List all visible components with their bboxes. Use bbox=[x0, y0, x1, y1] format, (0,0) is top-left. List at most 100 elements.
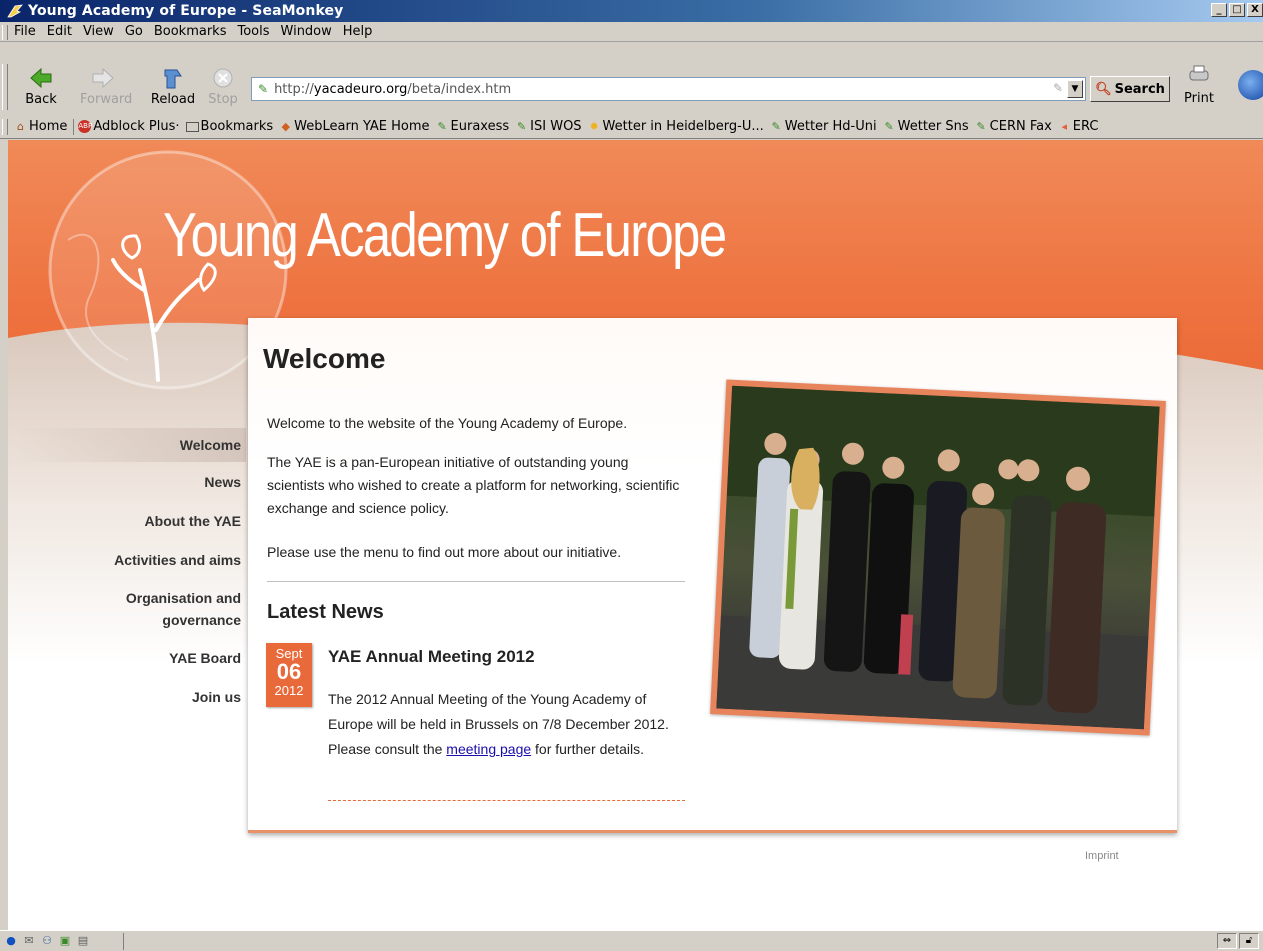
composer-icon[interactable]: ▣ bbox=[58, 934, 72, 948]
reload-icon bbox=[164, 69, 182, 89]
url-dropdown-button[interactable]: ▼ bbox=[1067, 80, 1083, 98]
imprint-link[interactable]: Imprint bbox=[1085, 850, 1119, 862]
stop-button[interactable]: Stop bbox=[200, 66, 246, 114]
nav-activities-aims[interactable]: Activities and aims bbox=[16, 548, 246, 572]
news-body: The 2012 Annual Meeting of the Young Aca… bbox=[328, 691, 669, 757]
search-label: Search bbox=[1114, 81, 1165, 97]
status-bar: ● ✉ ⚇ ▣ ▤ ⇔ 🔓︎ bbox=[0, 930, 1263, 951]
menu-view[interactable]: View bbox=[83, 24, 114, 39]
security-lock-icon: 🔓︎ bbox=[1239, 933, 1259, 949]
nav-join-us[interactable]: Join us bbox=[16, 685, 246, 709]
bookmark-icon: ✎ bbox=[976, 120, 986, 133]
menu-window[interactable]: Window bbox=[281, 24, 332, 39]
navigator-icon[interactable]: ● bbox=[4, 934, 18, 948]
bookmark-cern-fax[interactable]: ✎ CERN Fax bbox=[975, 119, 1052, 134]
site-title: Young Academy of Europe bbox=[163, 201, 727, 270]
back-button[interactable]: Back bbox=[18, 66, 64, 114]
forward-button[interactable]: Forward bbox=[80, 66, 132, 114]
nav-about-yae[interactable]: About the YAE bbox=[16, 509, 246, 533]
nav-organisation-governance[interactable]: Organisation and governance bbox=[16, 587, 246, 631]
mail-icon[interactable]: ✉ bbox=[22, 934, 36, 948]
minimize-button[interactable]: _ bbox=[1211, 3, 1227, 17]
folder-icon bbox=[185, 121, 199, 132]
news-divider bbox=[328, 800, 685, 801]
sun-icon: ✹ bbox=[589, 120, 599, 133]
page-heading: Welcome bbox=[263, 343, 386, 374]
bookmark-icon: ✎ bbox=[517, 120, 527, 133]
stop-icon bbox=[213, 68, 233, 88]
abp-icon: ABP bbox=[78, 120, 92, 133]
divider bbox=[267, 581, 685, 582]
bookmark-erc[interactable]: ◂ ERC bbox=[1058, 119, 1099, 134]
menu-go[interactable]: Go bbox=[125, 24, 143, 39]
toolbar-grip[interactable] bbox=[2, 25, 8, 40]
maximize-button[interactable]: □ bbox=[1229, 3, 1245, 17]
bookmark-adblock-plus[interactable]: ABP Adblock Plus· bbox=[78, 119, 180, 134]
print-label: Print bbox=[1184, 91, 1214, 106]
forward-arrow-icon bbox=[92, 67, 114, 89]
web-page: Young Academy of Europe Welcome News Abo… bbox=[8, 140, 1263, 930]
erc-icon: ◂ bbox=[1061, 120, 1068, 133]
back-arrow-icon bbox=[30, 67, 52, 89]
bookmark-home[interactable]: ⌂ Home bbox=[14, 119, 67, 134]
toolbar-grip[interactable] bbox=[2, 64, 8, 110]
bookmark-bookmarks[interactable]: Bookmarks bbox=[185, 119, 273, 134]
intro-paragraph-3: Please use the menu to find out more abo… bbox=[267, 544, 622, 560]
menu-edit[interactable]: Edit bbox=[47, 24, 72, 39]
reload-button[interactable]: Reload bbox=[150, 66, 196, 114]
reload-label: Reload bbox=[150, 92, 196, 107]
site-navigation: Welcome News About the YAE Activities an… bbox=[16, 428, 246, 724]
close-button[interactable]: X bbox=[1247, 3, 1263, 17]
menu-file[interactable]: File bbox=[14, 24, 36, 39]
news-year: 2012 bbox=[274, 683, 304, 698]
seamonkey-icon bbox=[7, 4, 23, 18]
news-date-badge: Sept 06 2012 bbox=[266, 643, 312, 707]
nav-yae-board[interactable]: YAE Board bbox=[16, 646, 246, 670]
content-card: Welcome Welcome to the website of the Yo… bbox=[248, 318, 1177, 833]
chat-icon[interactable]: ⚇ bbox=[40, 934, 54, 948]
latest-news-heading: Latest News bbox=[267, 601, 384, 623]
back-label: Back bbox=[25, 92, 57, 107]
bookmark-wetter-heidelberg[interactable]: ✹ Wetter in Heidelberg-U... bbox=[588, 119, 763, 134]
news-title[interactable]: YAE Annual Meeting 2012 bbox=[328, 647, 535, 667]
bookmark-weblearn[interactable]: ◆ WebLearn YAE Home bbox=[279, 119, 429, 134]
home-icon: ⌂ bbox=[17, 120, 24, 133]
toolbar-grip[interactable] bbox=[2, 119, 8, 135]
bookmark-isi-wos[interactable]: ✎ ISI WOS bbox=[515, 119, 582, 134]
bookmark-wetter-sns[interactable]: ✎ Wetter Sns bbox=[883, 119, 969, 134]
url-text: http://yacadeuro.org/beta/index.htm bbox=[274, 81, 512, 97]
bookmark-icon: ✎ bbox=[884, 120, 894, 133]
bookmark-icon: ✎ bbox=[771, 120, 781, 133]
window-title: Young Academy of Europe - SeaMonkey bbox=[28, 3, 344, 19]
seamonkey-throbber-icon[interactable] bbox=[1238, 70, 1263, 100]
printer-icon bbox=[1189, 65, 1209, 81]
intro-paragraph-1: Welcome to the website of the Young Acad… bbox=[267, 415, 628, 431]
print-button[interactable]: Print bbox=[1176, 64, 1222, 106]
group-photo-frame bbox=[710, 379, 1166, 736]
url-input[interactable]: ✎ http://yacadeuro.org/beta/index.htm ✎ … bbox=[251, 77, 1086, 101]
weblearn-icon: ◆ bbox=[281, 120, 290, 133]
separator bbox=[73, 118, 75, 135]
search-button[interactable]: 🔍︎ Search bbox=[1090, 76, 1170, 102]
group-photo bbox=[716, 385, 1160, 730]
bookmark-euraxess[interactable]: ✎ Euraxess bbox=[436, 119, 509, 134]
intro-paragraph-2: The YAE is a pan-European initiative of … bbox=[267, 454, 680, 516]
news-day: 06 bbox=[276, 659, 302, 684]
meeting-page-link[interactable]: meeting page bbox=[446, 741, 531, 757]
nav-welcome[interactable]: Welcome bbox=[16, 428, 246, 462]
address-book-icon[interactable]: ▤ bbox=[76, 934, 90, 948]
stop-label: Stop bbox=[208, 92, 238, 107]
bookmarks-toolbar: ⌂ Home ABP Adblock Plus· Bookmarks ◆ WebLea… bbox=[0, 115, 1263, 139]
menu-help[interactable]: Help bbox=[343, 24, 373, 39]
search-icon: 🔍︎ bbox=[1095, 81, 1112, 97]
url-pen-icon: ✎ bbox=[1052, 81, 1063, 95]
group-photo-people bbox=[716, 385, 1160, 730]
nav-news[interactable]: News bbox=[16, 470, 246, 494]
menu-tools[interactable]: Tools bbox=[237, 24, 269, 39]
menu-bookmarks[interactable]: Bookmarks bbox=[154, 24, 227, 39]
bookmark-pen-icon: ✎ bbox=[258, 82, 269, 96]
menubar: File Edit View Go Bookmarks Tools Window… bbox=[0, 22, 1263, 42]
online-status-icon[interactable]: ⇔ bbox=[1217, 933, 1237, 949]
bookmark-wetter-hd-uni[interactable]: ✎ Wetter Hd-Uni bbox=[770, 119, 877, 134]
window-titlebar: Young Academy of Europe - SeaMonkey _ □ … bbox=[0, 0, 1263, 22]
